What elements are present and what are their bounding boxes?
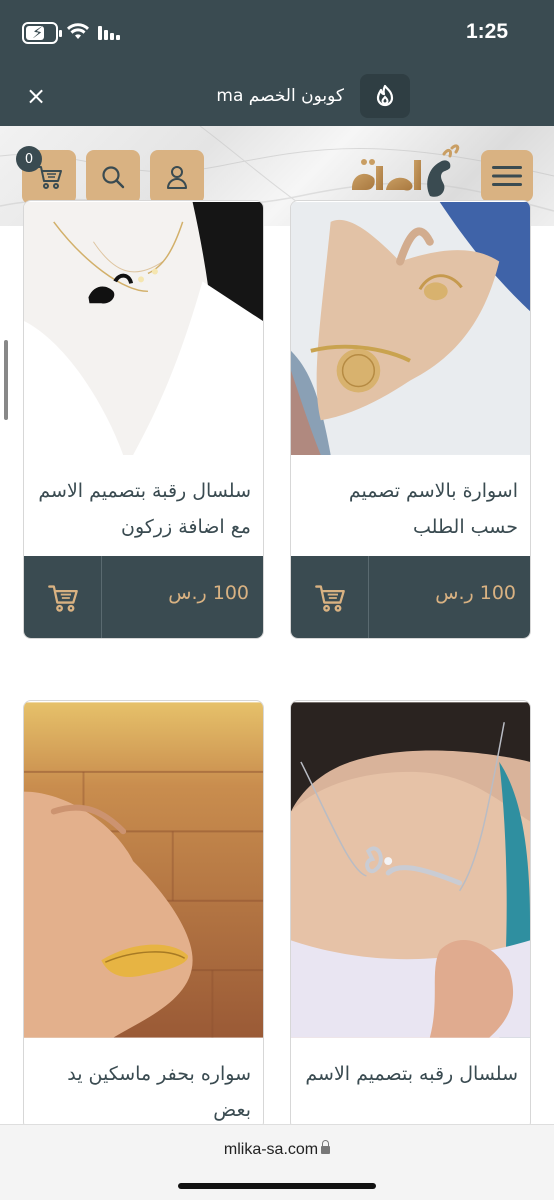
search-button[interactable] xyxy=(86,150,140,204)
cart-count-badge: 0 xyxy=(16,146,42,172)
product-image[interactable] xyxy=(291,201,530,456)
cellular-signal-icon xyxy=(98,26,120,40)
product-card[interactable]: سلسال رقبه بتصميم الاسم xyxy=(290,700,531,1130)
lock-icon xyxy=(321,1140,331,1154)
home-indicator[interactable] xyxy=(178,1183,376,1189)
add-to-cart-button[interactable] xyxy=(24,556,102,638)
product-title[interactable]: سلسال رقبه بتصميم الاسم xyxy=(303,1056,518,1092)
menu-button[interactable] xyxy=(481,150,533,202)
product-price: 100 ر.س xyxy=(435,582,516,604)
product-title[interactable]: سلسال رقبة بتصميم الاسم مع اضافة زركون xyxy=(36,473,251,545)
fire-icon xyxy=(360,74,410,118)
account-button[interactable] xyxy=(150,150,204,204)
menu-icon xyxy=(492,166,522,186)
status-bar: ⚡ 1:25 xyxy=(0,0,554,66)
cart-icon xyxy=(36,166,62,189)
search-icon xyxy=(102,166,125,189)
coupon-text: كوبون الخصم ma xyxy=(216,86,344,106)
url-text: mlika-sa.com xyxy=(223,1141,319,1158)
add-to-cart-button[interactable] xyxy=(291,556,369,638)
product-image[interactable] xyxy=(291,701,530,1039)
brand-logo[interactable] xyxy=(346,140,466,208)
wifi-icon xyxy=(67,23,89,39)
product-title[interactable]: سواره بحفر ماسكين يد بعض xyxy=(36,1056,251,1128)
cart-icon xyxy=(314,585,345,612)
scrollbar-thumb[interactable] xyxy=(4,340,8,420)
status-time: 1:25 xyxy=(465,20,508,43)
product-card[interactable]: سلسال رقبة بتصميم الاسم مع اضافة زركون 1… xyxy=(23,200,264,639)
product-price: 100 ر.س xyxy=(168,582,249,604)
product-footer: 100 ر.س xyxy=(291,556,530,638)
coupon-banner: × كوبون الخصم ma xyxy=(0,66,554,126)
product-image[interactable] xyxy=(24,701,263,1039)
product-footer: 100 ر.س xyxy=(24,556,263,638)
product-card[interactable]: سواره بحفر ماسكين يد بعض xyxy=(23,700,264,1130)
product-image[interactable] xyxy=(24,201,263,456)
browser-url-bar[interactable]: mlika-sa.com xyxy=(0,1124,554,1200)
close-icon[interactable]: × xyxy=(24,84,48,108)
product-card[interactable]: اسوارة بالاسم تصميم حسب الطلب 100 ر.س xyxy=(290,200,531,639)
product-title[interactable]: اسوارة بالاسم تصميم حسب الطلب xyxy=(303,473,518,545)
url-display[interactable]: mlika-sa.com xyxy=(0,1140,554,1159)
user-icon xyxy=(167,166,187,189)
battery-icon: ⚡ xyxy=(22,22,62,44)
cart-icon xyxy=(47,585,78,612)
